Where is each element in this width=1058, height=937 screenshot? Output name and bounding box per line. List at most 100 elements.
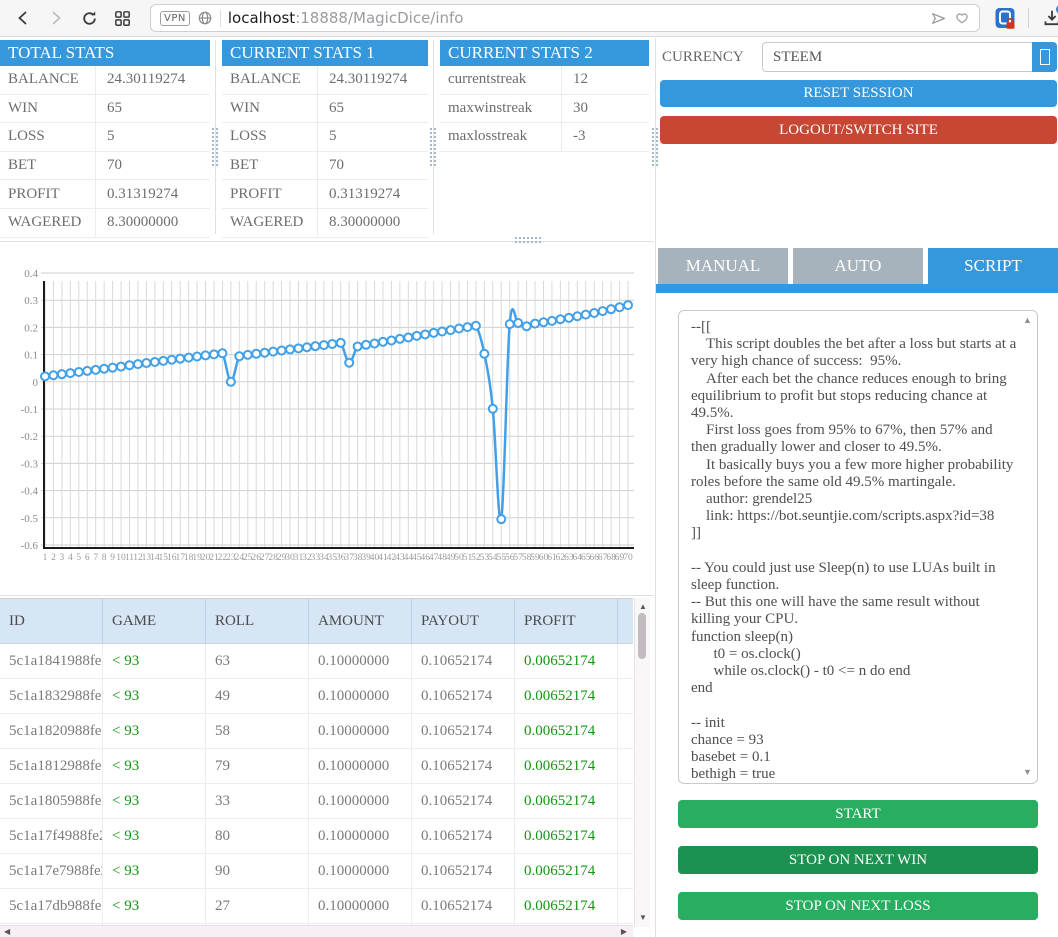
bet-cell: 0.10652174 (412, 854, 515, 888)
bet-row: 5c1a1841988fe2 < 93 63 0.10000000 0.10652174… (0, 644, 633, 679)
currency-input[interactable] (762, 42, 1032, 72)
stat-label: BET (222, 151, 318, 180)
bet-cell: 5c1a1812988fe2 (0, 749, 103, 783)
glyph-icon (1039, 49, 1050, 65)
column-header[interactable]: PROFIT (515, 599, 618, 643)
bet-cell: 5c1a1820988fe2 (0, 714, 103, 748)
column-header[interactable]: ID (0, 599, 103, 643)
column-header[interactable]: PAYOUT (412, 599, 515, 643)
stat-value: 70 (107, 157, 122, 174)
column-header[interactable]: GAME (103, 599, 206, 643)
splitter-handle[interactable] (514, 236, 542, 245)
stat-row: BALANCE 24.30119274 (222, 66, 428, 95)
scroll-up-icon[interactable]: ▲ (1023, 316, 1032, 325)
stat-row: currentstreak 12 (440, 66, 649, 95)
splitter-handle[interactable] (429, 127, 438, 167)
stat-row: BALANCE 24.30119274 (0, 66, 210, 95)
reset-session-button[interactable]: RESET SESSION (660, 80, 1057, 107)
stat-label: LOSS (222, 123, 318, 151)
stat-row: WAGERED 8.30000000 (222, 208, 428, 238)
column-header[interactable]: ROLL (206, 599, 309, 643)
bet-cell-filler (618, 784, 633, 818)
bet-cell: 5c1a1841988fe2 (0, 644, 103, 678)
stat-label: maxlosstreak (440, 123, 562, 151)
stat-label: PROFIT (222, 180, 318, 208)
bet-mode-tabs: MANUAL AUTO SCRIPT (658, 248, 1058, 284)
bet-cell: 0.10000000 (309, 854, 412, 888)
url-bar[interactable]: VPN localhost:18888/MagicDice/info (150, 4, 980, 32)
bet-cell: 49 (206, 679, 309, 713)
bookmark-heart-icon[interactable] (954, 10, 970, 26)
bet-cell: 33 (206, 784, 309, 818)
bet-history-body: 5c1a1841988fe2 < 93 63 0.10000000 0.10652174… (0, 644, 633, 925)
bet-cell: 5c1a17f4988fe2 (0, 819, 103, 853)
stop-on-next-loss-button[interactable]: STOP ON NEXT LOSS (678, 892, 1038, 920)
bet-cell-filler (618, 714, 633, 748)
svg-text:0.1: 0.1 (24, 350, 38, 362)
bet-cell: 63 (206, 644, 309, 678)
scroll-left-icon[interactable]: ◀ (4, 928, 10, 936)
scroll-down-icon[interactable]: ▼ (639, 914, 647, 922)
main-vertical-divider (655, 38, 656, 937)
stat-value: 12 (573, 71, 588, 88)
bet-cell: 0.10652174 (412, 819, 515, 853)
tab-grid-icon[interactable] (113, 9, 131, 27)
splitter-handle[interactable] (211, 127, 220, 167)
tab-manual[interactable]: MANUAL (658, 248, 788, 284)
stat-label: currentstreak (440, 66, 562, 94)
svg-text:0.2: 0.2 (24, 322, 38, 334)
tab-auto[interactable]: AUTO (793, 248, 923, 284)
currency-label: CURRENCY (662, 48, 744, 65)
scroll-right-icon[interactable]: ▶ (621, 928, 627, 936)
stat-value: 65 (107, 99, 122, 116)
stat-row: maxlosstreak -3 (440, 123, 649, 152)
vertical-scrollbar[interactable]: ▲ ▼ (634, 598, 650, 927)
profit-chart-svg: 0.4 0.3 0.2 0.1 0 -0.1 -0.2 -0.3 -0.4 -0.5 -0.6 1 2 3… (21, 268, 634, 563)
bet-row: 5c1a1820988fe2 < 93 58 0.10000000 0.10652174… (0, 714, 633, 749)
svg-text:-0.1: -0.1 (21, 404, 38, 416)
bet-cell: 5c1a17db988fe2 (0, 889, 103, 923)
scroll-up-icon[interactable]: ▲ (639, 603, 647, 611)
table-title: TOTAL STATS (0, 40, 210, 66)
script-editor[interactable]: --[[ This script doubles the bet after a… (678, 310, 1038, 784)
toolbar-divider (1028, 8, 1029, 28)
bet-cell: 0.00652174 (515, 749, 618, 783)
site-info-globe-icon[interactable] (197, 10, 213, 26)
start-button[interactable]: START (678, 800, 1038, 828)
currency-dropdown-button[interactable] (1032, 42, 1057, 72)
url-divider (219, 9, 221, 27)
password-extension-icon[interactable] (993, 6, 1017, 30)
bet-cell: < 93 (103, 854, 206, 888)
scrollbar-thumb[interactable] (638, 613, 646, 659)
bet-cell: 0.10652174 (412, 749, 515, 783)
stat-label: BALANCE (0, 66, 96, 94)
table-title: CURRENT STATS 1 (222, 40, 428, 66)
svg-text:8: 8 (102, 553, 107, 563)
stop-on-next-win-button[interactable]: STOP ON NEXT WIN (678, 846, 1038, 874)
logout-switch-site-button[interactable]: LOGOUT/SWITCH SITE (660, 116, 1057, 144)
bet-cell: 0.10000000 (309, 679, 412, 713)
share-icon[interactable] (930, 10, 947, 27)
bet-cell: 0.10000000 (309, 889, 412, 923)
stat-value: 24.30119274 (329, 71, 408, 88)
bet-row: 5c1a17f4988fe2 < 93 80 0.10000000 0.10652174… (0, 819, 633, 854)
splitter-handle[interactable] (651, 127, 660, 167)
svg-text:-0.6: -0.6 (21, 540, 39, 552)
stat-value: 30 (573, 99, 588, 116)
stat-row: BET 70 (222, 151, 428, 181)
back-icon[interactable] (14, 9, 32, 27)
tab-script[interactable]: SCRIPT (928, 248, 1058, 284)
bet-cell: 0.00652174 (515, 714, 618, 748)
reload-icon[interactable] (80, 9, 98, 27)
url-text[interactable]: localhost:18888/MagicDice/info (228, 9, 923, 27)
bet-cell: < 93 (103, 714, 206, 748)
horizontal-scrollbar[interactable]: ◀ ▶ (0, 925, 633, 937)
downloads-icon[interactable] (1041, 5, 1058, 29)
stat-label: WAGERED (0, 208, 96, 237)
bet-cell: 0.00652174 (515, 854, 618, 888)
stat-label: BALANCE (222, 66, 318, 94)
browser-toolbar: VPN localhost:18888/MagicDice/info (0, 0, 1058, 37)
scroll-down-icon[interactable]: ▼ (1023, 768, 1032, 777)
column-header[interactable]: AMOUNT (309, 599, 412, 643)
forward-icon[interactable] (47, 9, 65, 27)
